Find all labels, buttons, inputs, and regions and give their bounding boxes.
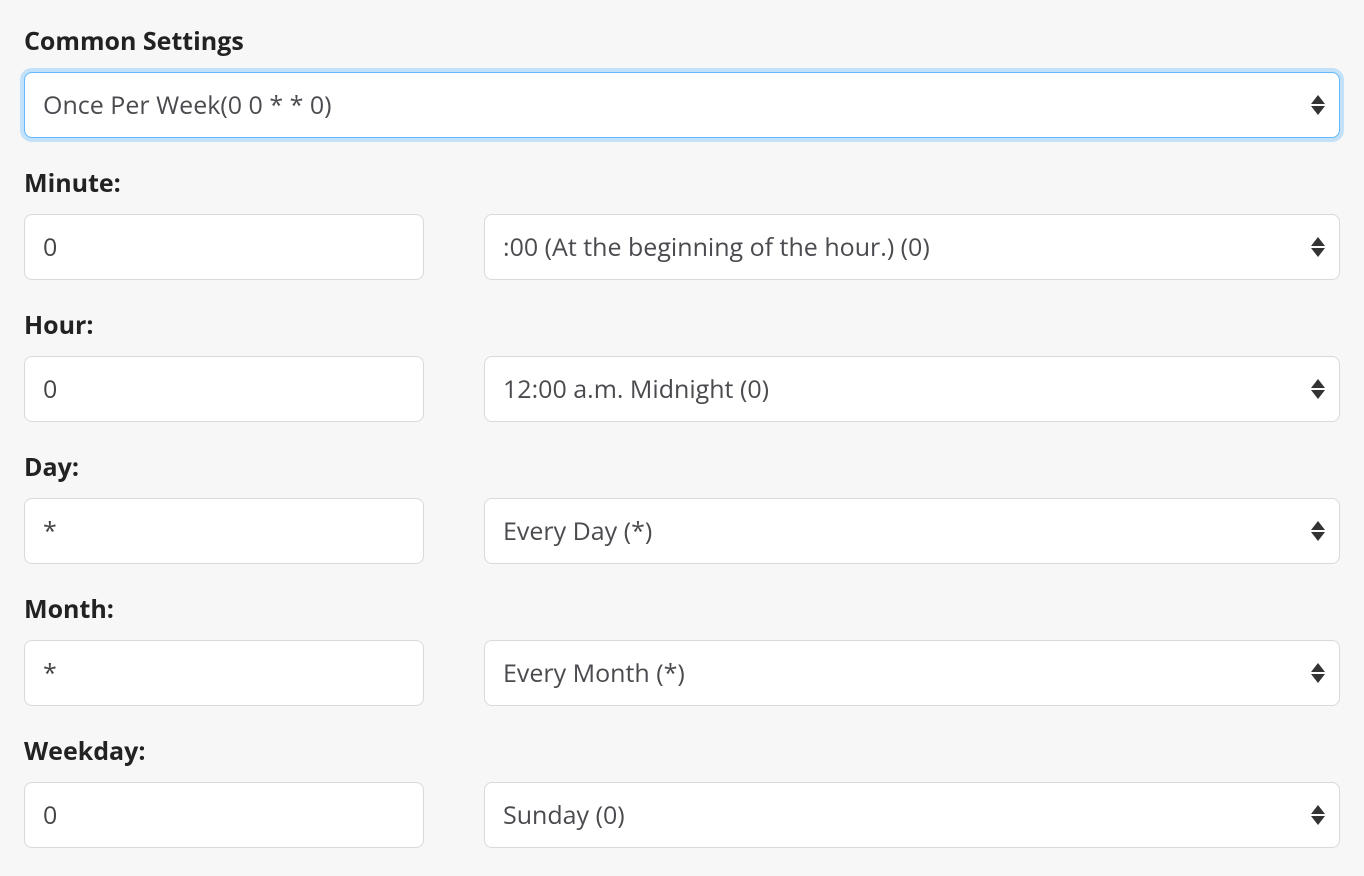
weekday-select[interactable]: Sunday (0) (484, 782, 1340, 848)
common-settings-heading: Common Settings (24, 24, 1340, 58)
day-select[interactable]: Every Day (*) (484, 498, 1340, 564)
month-select[interactable]: Every Month (*) (484, 640, 1340, 706)
minute-select[interactable]: :00 (At the beginning of the hour.) (0) (484, 214, 1340, 280)
day-select-value: Every Day (*) (503, 514, 652, 548)
spinner-icon (1311, 379, 1325, 399)
day-input[interactable] (24, 498, 424, 564)
minute-label: Minute: (24, 166, 1340, 200)
spinner-icon (1311, 95, 1325, 115)
month-input[interactable] (24, 640, 424, 706)
weekday-input[interactable] (24, 782, 424, 848)
month-select-value: Every Month (*) (503, 656, 685, 690)
minute-select-value: :00 (At the beginning of the hour.) (0) (503, 230, 930, 264)
minute-input[interactable] (24, 214, 424, 280)
month-label: Month: (24, 592, 1340, 626)
spinner-icon (1311, 663, 1325, 683)
hour-input[interactable] (24, 356, 424, 422)
hour-select[interactable]: 12:00 a.m. Midnight (0) (484, 356, 1340, 422)
common-settings-select-value: Once Per Week(0 0 * * 0) (43, 88, 332, 122)
weekday-label: Weekday: (24, 734, 1340, 768)
day-label: Day: (24, 450, 1340, 484)
spinner-icon (1311, 521, 1325, 541)
weekday-select-value: Sunday (0) (503, 798, 625, 832)
hour-label: Hour: (24, 308, 1340, 342)
spinner-icon (1311, 805, 1325, 825)
spinner-icon (1311, 237, 1325, 257)
common-settings-select[interactable]: Once Per Week(0 0 * * 0) (24, 72, 1340, 138)
hour-select-value: 12:00 a.m. Midnight (0) (503, 372, 769, 406)
